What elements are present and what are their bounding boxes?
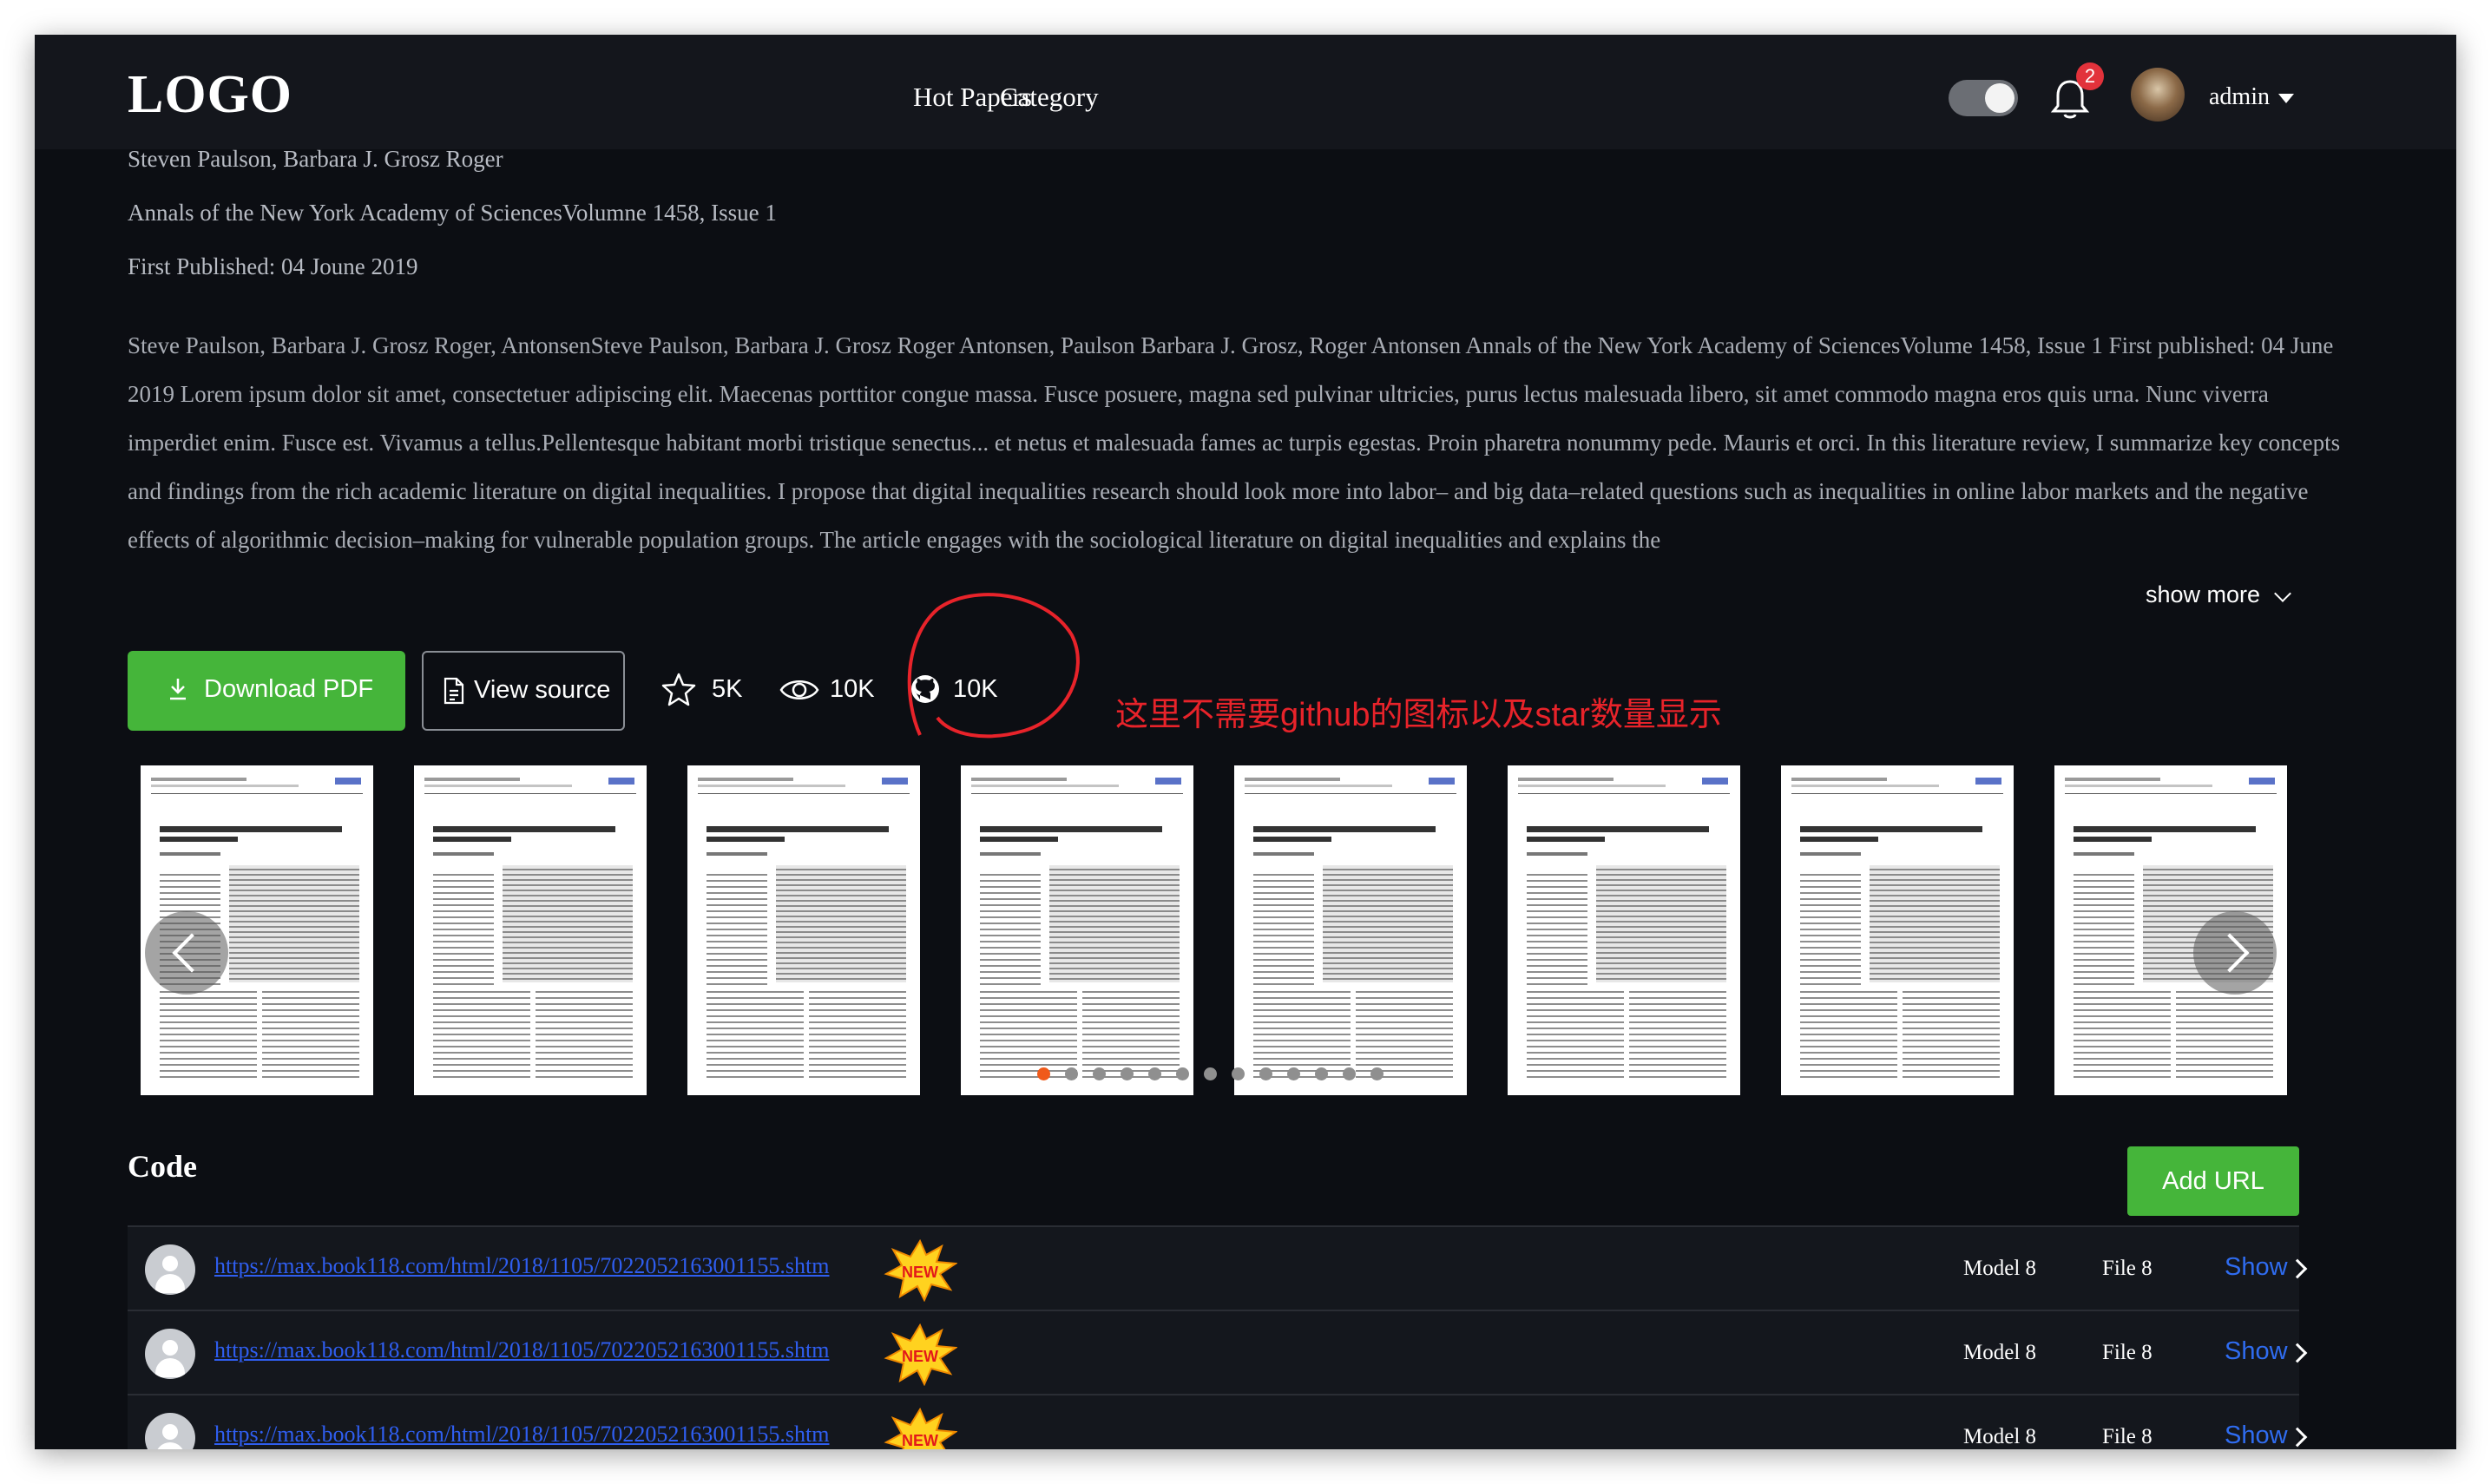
carousel-dot[interactable] (1259, 1067, 1272, 1080)
paper-authors: Steven Paulson, Barbara J. Grosz Roger (128, 146, 503, 172)
show-link[interactable]: Show (2225, 1422, 2288, 1449)
show-link[interactable]: Show (2225, 1337, 2288, 1366)
new-badge-icon: NEW (884, 1323, 957, 1386)
view-source-button[interactable]: View source (422, 651, 625, 731)
file-label: File 8 (2102, 1257, 2153, 1280)
paper-abstract: Steve Paulson, Barbara J. Grosz Roger, A… (128, 332, 2341, 553)
new-badge-icon: NEW (884, 1239, 957, 1302)
code-table: https://max.book118.com/html/2018/1105/7… (128, 1225, 2308, 1449)
show-more-link[interactable]: show more (2146, 581, 2260, 608)
svg-text:NEW: NEW (902, 1348, 938, 1365)
carousel-dot[interactable] (1037, 1067, 1050, 1080)
carousel-dot[interactable] (1287, 1067, 1300, 1080)
carousel-dot[interactable] (1204, 1067, 1217, 1080)
file-label: File 8 (2102, 1425, 2153, 1448)
avatar[interactable] (2131, 68, 2185, 121)
carousel-dot[interactable] (1148, 1067, 1161, 1080)
theme-toggle[interactable] (1949, 80, 2018, 116)
download-icon (170, 679, 186, 700)
view-count: 10K (830, 675, 875, 703)
model-label: Model 8 (1963, 1425, 2037, 1448)
user-avatar-icon (145, 1413, 195, 1449)
view-source-label: View source (474, 676, 611, 704)
add-url-button[interactable]: Add URL (2127, 1146, 2299, 1216)
table-row: https://max.book118.com/html/2018/1105/7… (128, 1227, 2308, 1311)
carousel-dot[interactable] (1121, 1067, 1134, 1080)
chevron-right-icon[interactable] (2287, 1427, 2308, 1448)
model-label: Model 8 (1963, 1257, 2037, 1280)
page-thumbnail[interactable] (1234, 765, 1467, 1095)
download-pdf-button[interactable]: Download PDF (128, 651, 405, 731)
carousel-prev-button[interactable] (145, 911, 228, 995)
table-row: https://max.book118.com/html/2018/1105/7… (128, 1395, 2308, 1449)
user-avatar-icon (145, 1244, 195, 1295)
show-link[interactable]: Show (2225, 1253, 2288, 1282)
carousel-dot[interactable] (1370, 1067, 1384, 1080)
nav-category[interactable]: Category (1000, 82, 1099, 113)
carousel-dot[interactable] (1065, 1067, 1078, 1080)
page-thumbnail[interactable] (687, 765, 920, 1095)
carousel-dot[interactable] (1093, 1067, 1106, 1080)
new-badge-icon: NEW (884, 1408, 957, 1449)
svg-text:NEW: NEW (902, 1264, 938, 1281)
app-window: LOGO Hot Papers Category 2 admin Steven … (35, 35, 2456, 1449)
notification-badge: 2 (2076, 62, 2104, 90)
annotation-note: 这里不需要github的图标以及star数量显示 (1115, 697, 1722, 733)
code-section-title: Code (128, 1149, 197, 1184)
logo[interactable]: LOGO (128, 64, 292, 126)
carousel-dot[interactable] (1232, 1067, 1245, 1080)
chevron-left-icon (172, 933, 212, 973)
username[interactable]: admin (2209, 83, 2270, 111)
table-row: https://max.book118.com/html/2018/1105/7… (128, 1311, 2308, 1395)
document-icon (444, 677, 464, 705)
caret-down-icon[interactable] (2278, 94, 2294, 103)
download-pdf-label: Download PDF (204, 675, 374, 703)
svg-text:NEW: NEW (902, 1432, 938, 1449)
paper-journal: Annals of the New York Academy of Scienc… (128, 200, 777, 226)
page-thumbnail[interactable] (1781, 765, 2014, 1095)
chevron-right-icon (2210, 933, 2250, 973)
page-thumbnail[interactable] (961, 765, 1193, 1095)
chevron-right-icon[interactable] (2287, 1258, 2308, 1279)
code-url-link[interactable]: https://max.book118.com/html/2018/1105/7… (214, 1253, 830, 1279)
file-label: File 8 (2102, 1341, 2153, 1364)
star-icon[interactable] (661, 672, 696, 706)
page-thumbnail[interactable] (414, 765, 647, 1095)
carousel-next-button[interactable] (2193, 911, 2277, 995)
toggle-knob (1985, 83, 2014, 113)
eye-icon (779, 680, 819, 699)
model-label: Model 8 (1963, 1341, 2037, 1364)
annotation-circle (907, 593, 1080, 739)
user-avatar-icon (145, 1329, 195, 1379)
carousel-dot[interactable] (1176, 1067, 1189, 1080)
code-url-link[interactable]: https://max.book118.com/html/2018/1105/7… (214, 1337, 830, 1363)
carousel-dot[interactable] (1343, 1067, 1356, 1080)
paper-published-date: First Published: 04 Joune 2019 (128, 253, 418, 279)
chevron-right-icon[interactable] (2287, 1343, 2308, 1363)
top-bar: LOGO Hot Papers Category 2 admin (35, 35, 2456, 149)
carousel-dot[interactable] (1315, 1067, 1328, 1080)
star-count: 5K (712, 675, 743, 703)
page-thumbnail[interactable] (1508, 765, 1740, 1095)
code-url-link[interactable]: https://max.book118.com/html/2018/1105/7… (214, 1422, 830, 1448)
